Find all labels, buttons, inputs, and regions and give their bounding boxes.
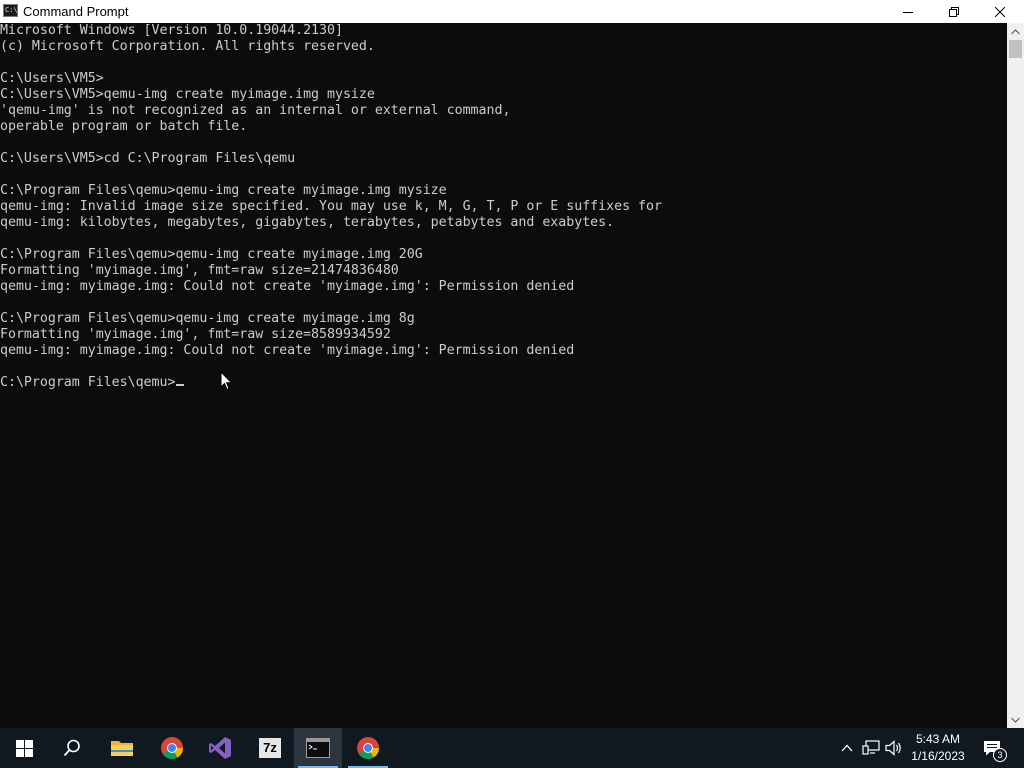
console-line: C:\Program Files\qemu>qemu-img create my… bbox=[0, 311, 415, 326]
visual-studio-icon bbox=[209, 737, 231, 759]
7zip-icon: 7z bbox=[259, 738, 281, 758]
console-line: C:\Program Files\qemu>qemu-img create my… bbox=[0, 247, 423, 262]
file-explorer-button[interactable] bbox=[98, 728, 146, 768]
minimize-icon bbox=[903, 11, 913, 13]
console-line: C:\Users\VM5>qemu-img create myimage.img… bbox=[0, 87, 375, 102]
console-line: qemu-img: myimage.img: Could not create … bbox=[0, 343, 575, 358]
console-line: qemu-img: kilobytes, megabytes, gigabyte… bbox=[0, 215, 615, 230]
restore-icon bbox=[949, 6, 959, 17]
minimize-button[interactable] bbox=[885, 0, 931, 23]
console-line: C:\Users\VM5>cd C:\Program Files\qemu bbox=[0, 151, 296, 166]
windows-logo-icon bbox=[15, 739, 33, 757]
close-button[interactable] bbox=[977, 0, 1023, 23]
console-line: Formatting 'myimage.img', fmt=raw size=8… bbox=[0, 327, 391, 342]
7zip-button[interactable]: 7z bbox=[246, 728, 294, 768]
clock-time: 5:43 AM bbox=[915, 732, 961, 746]
search-button[interactable] bbox=[48, 728, 96, 768]
taskbar: 7z 5:43 AM 1/16/2023 3 bbox=[0, 728, 1024, 768]
start-button[interactable] bbox=[0, 728, 48, 768]
network-button[interactable] bbox=[861, 738, 881, 758]
speaker-icon bbox=[885, 740, 901, 756]
title-bar[interactable]: C:\ Command Prompt bbox=[0, 0, 1024, 23]
chevron-up-icon bbox=[1011, 28, 1020, 34]
restore-button[interactable] bbox=[931, 0, 977, 23]
console-line: qemu-img: myimage.img: Could not create … bbox=[0, 279, 575, 294]
terminal-icon bbox=[306, 738, 330, 758]
scroll-down-button[interactable] bbox=[1007, 711, 1024, 728]
text-cursor bbox=[176, 384, 185, 386]
volume-button[interactable] bbox=[884, 738, 904, 758]
console-line: Formatting 'myimage.img', fmt=raw size=2… bbox=[0, 263, 399, 278]
console-line: 'qemu-img' is not recognized as an inter… bbox=[0, 103, 511, 118]
close-icon bbox=[995, 6, 1005, 17]
notification-count-badge: 3 bbox=[993, 748, 1007, 762]
prompt-text: C:\Program Files\qemu> bbox=[0, 375, 176, 390]
chrome-profile-button[interactable] bbox=[344, 728, 392, 768]
console-line: (c) Microsoft Corporation. All rights re… bbox=[0, 39, 375, 54]
console-line: operable program or batch file. bbox=[0, 119, 248, 134]
system-clock[interactable]: 5:43 AM 1/16/2023 bbox=[904, 731, 972, 765]
chevron-down-icon bbox=[1011, 717, 1020, 723]
command-prompt-button[interactable] bbox=[294, 728, 342, 768]
scroll-up-button[interactable] bbox=[1007, 23, 1024, 40]
chrome-icon bbox=[161, 737, 183, 759]
chevron-up-icon bbox=[841, 744, 853, 752]
window-title: Command Prompt bbox=[23, 4, 129, 19]
folder-icon bbox=[111, 741, 133, 756]
vertical-scrollbar[interactable] bbox=[1007, 23, 1024, 728]
search-icon bbox=[63, 739, 80, 757]
prompt-line[interactable]: C:\Program Files\qemu> bbox=[0, 375, 1007, 391]
clock-date: 1/16/2023 bbox=[911, 749, 965, 763]
network-icon bbox=[862, 740, 880, 755]
visual-studio-button[interactable] bbox=[196, 728, 244, 768]
command-prompt-window: C:\ Command Prompt Microsoft Windows [Ve… bbox=[0, 0, 1024, 728]
mouse-pointer-icon bbox=[220, 371, 233, 391]
console-line: C:\Program Files\qemu>qemu-img create my… bbox=[0, 183, 447, 198]
console-output[interactable]: Microsoft Windows [Version 10.0.19044.21… bbox=[0, 23, 1007, 728]
show-hidden-icons-button[interactable] bbox=[837, 738, 857, 758]
console-line: Microsoft Windows [Version 10.0.19044.21… bbox=[0, 23, 343, 38]
chrome-icon bbox=[357, 737, 379, 759]
console-line: qemu-img: Invalid image size specified. … bbox=[0, 199, 662, 214]
console-line: C:\Users\VM5> bbox=[0, 71, 104, 86]
chrome-button[interactable] bbox=[148, 728, 196, 768]
scroll-thumb[interactable] bbox=[1009, 40, 1022, 58]
command-prompt-icon: C:\ bbox=[3, 4, 18, 17]
